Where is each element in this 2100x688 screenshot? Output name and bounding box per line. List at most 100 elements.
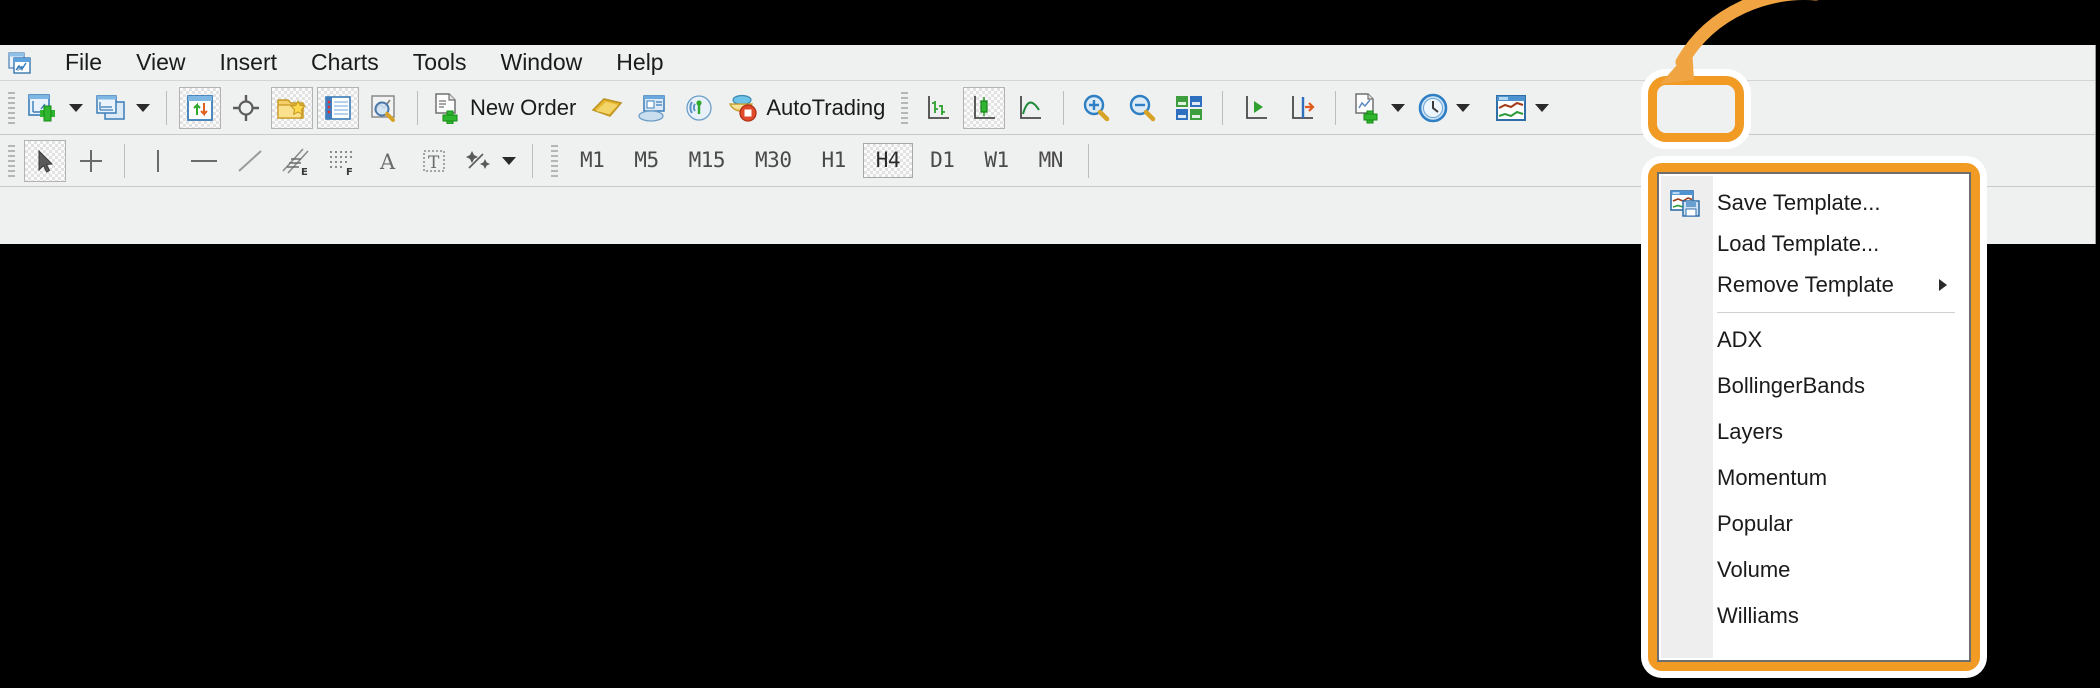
svg-text:T: T [428, 153, 440, 173]
new-order-label: New Order [470, 94, 577, 120]
svg-text:A: A [379, 150, 396, 174]
menu-item-label: Volume [1717, 557, 1791, 582]
timeframe-m30[interactable]: M30 [742, 143, 804, 178]
fibonacci-tool[interactable]: F [321, 140, 363, 182]
toolbar-separator [1063, 90, 1065, 125]
menu-help[interactable]: Help [599, 49, 680, 76]
new-order-button[interactable]: New Order [430, 87, 582, 129]
periods-button[interactable] [1413, 87, 1474, 129]
timeframe-mn[interactable]: MN [1026, 143, 1076, 178]
templates-dropdown-menu: Save Template... Load Template... Remove… [1657, 172, 1971, 662]
svg-text:E: E [301, 167, 308, 177]
timeframe-w1[interactable]: W1 [971, 143, 1021, 178]
menu-item-label: BollingerBands [1717, 373, 1865, 398]
templates-menu-highlight: Save Template... Load Template... Remove… [1648, 163, 1980, 671]
submenu-arrow-icon [1939, 279, 1947, 291]
cursor-tool[interactable] [24, 139, 66, 182]
timeframe-m5[interactable]: M5 [621, 143, 671, 178]
svg-text:F: F [346, 167, 353, 177]
text-tool[interactable]: A [367, 140, 409, 182]
toolbar-separator [1222, 90, 1224, 125]
toolbar-grip[interactable] [6, 142, 16, 179]
menu-item-momentum[interactable]: Momentum [1659, 461, 1969, 495]
timeframe-h4[interactable]: H4 [862, 143, 914, 178]
horizontal-line-tool[interactable] [183, 140, 225, 182]
menu-item-label: Popular [1717, 511, 1793, 536]
menu-window[interactable]: Window [483, 49, 599, 76]
data-window-button[interactable] [225, 87, 267, 129]
toolbar-separator [166, 90, 167, 125]
mql5-community-button[interactable] [632, 87, 674, 129]
save-template-icon [1669, 188, 1703, 218]
terminal-button[interactable] [317, 86, 359, 129]
annotation-arrow [1660, 0, 1819, 84]
screenshot-root: M File View Insert Charts Tools Window H… [0, 0, 2100, 688]
toolbar-grip[interactable] [899, 89, 910, 126]
menu-item-layers[interactable]: Layers [1659, 415, 1969, 449]
bar-chart-button[interactable] [917, 87, 959, 129]
profiles-button[interactable] [91, 87, 154, 129]
vertical-line-tool[interactable] [137, 140, 179, 182]
equidistant-channel-tool[interactable]: E [275, 140, 317, 182]
auto-scroll-button[interactable] [1235, 87, 1277, 129]
toolbar-separator [1087, 143, 1089, 178]
chevron-down-icon[interactable] [1456, 103, 1471, 112]
menu-charts[interactable]: Charts [294, 49, 396, 76]
crosshair-tool[interactable] [70, 140, 112, 182]
candlestick-chart-button[interactable] [963, 86, 1006, 129]
menu-item-label: Williams [1717, 603, 1799, 628]
menu-separator [1717, 312, 1955, 313]
toolbar-separator [1335, 90, 1337, 125]
toolbar-separator [124, 143, 125, 178]
menu-item-label: Layers [1717, 419, 1784, 444]
menu-item-williams[interactable]: Williams [1659, 599, 1969, 633]
menu-item-adx[interactable]: ADX [1659, 323, 1969, 357]
menu-view[interactable]: View [119, 49, 202, 76]
svg-text:M: M [17, 65, 23, 73]
autotrading-label: AutoTrading [766, 94, 886, 120]
signals-button[interactable] [678, 87, 720, 129]
trendline-tool[interactable] [229, 140, 271, 182]
market-watch-button[interactable] [179, 86, 221, 129]
objects-tool[interactable] [459, 140, 520, 182]
timeframe-m1[interactable]: M1 [567, 143, 617, 178]
zoom-in-button[interactable] [1076, 87, 1118, 129]
chart-shift-button[interactable] [1281, 87, 1323, 129]
menu-item-popular[interactable]: Popular [1659, 507, 1969, 541]
menu-item-label: ADX [1717, 327, 1763, 352]
timeframe-m15[interactable]: M15 [676, 143, 738, 178]
menu-item-volume[interactable]: Volume [1659, 553, 1969, 587]
menu-item-label: Remove Template [1717, 272, 1894, 297]
toolbar-grip[interactable] [549, 142, 559, 179]
menu-item-remove-template[interactable]: Remove Template [1659, 268, 1969, 302]
chevron-down-icon[interactable] [1391, 103, 1406, 112]
metaeditor-button[interactable] [586, 87, 628, 129]
toolbar-separator [417, 90, 418, 125]
chevron-down-icon[interactable] [136, 103, 150, 112]
menu-tools[interactable]: Tools [396, 49, 484, 76]
timeframe-h1[interactable]: H1 [808, 143, 858, 178]
toolbar-grip[interactable] [6, 89, 16, 126]
timeframe-d1[interactable]: D1 [917, 143, 967, 178]
menu-item-label: Load Template... [1717, 231, 1880, 256]
chevron-down-icon[interactable] [1535, 103, 1550, 112]
templates-button[interactable] [1490, 87, 1553, 129]
menu-file[interactable]: File [48, 49, 119, 76]
strategy-tester-button[interactable] [363, 87, 405, 129]
menu-item-bollingerbands[interactable]: BollingerBands [1659, 369, 1969, 403]
metatrader-app-icon: M [8, 50, 34, 76]
menu-item-save-template[interactable]: Save Template... [1659, 186, 1969, 220]
indicators-button[interactable] [1348, 87, 1409, 129]
text-label-tool[interactable]: T [413, 140, 455, 182]
zoom-out-button[interactable] [1122, 87, 1164, 129]
autotrading-button[interactable]: AutoTrading [724, 87, 891, 129]
new-chart-button[interactable] [24, 87, 87, 129]
navigator-button[interactable] [271, 86, 313, 129]
chevron-down-icon[interactable] [69, 103, 83, 112]
line-chart-button[interactable] [1009, 87, 1051, 129]
tile-windows-button[interactable] [1168, 87, 1210, 129]
chevron-down-icon[interactable] [502, 156, 516, 165]
menu-item-load-template[interactable]: Load Template... [1659, 227, 1969, 261]
menu-insert[interactable]: Insert [203, 49, 295, 76]
toolbar-separator [532, 143, 533, 178]
